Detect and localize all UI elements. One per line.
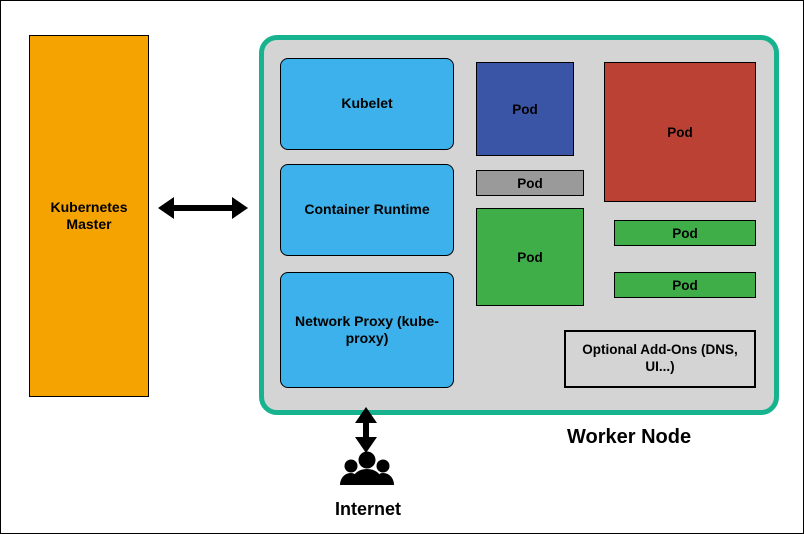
pod-green-2-label: Pod — [672, 226, 698, 241]
diagram-frame: Kubernetes Master Kubelet Container Runt… — [0, 0, 804, 534]
kubernetes-master-box: Kubernetes Master — [29, 35, 149, 397]
pod-red-label: Pod — [667, 125, 693, 140]
kubernetes-master-label: Kubernetes Master — [30, 199, 148, 234]
worker-node-label: Worker Node — [567, 426, 691, 449]
arrow-shaft-v — [363, 423, 369, 437]
pod-green-2: Pod — [614, 220, 756, 246]
arrow-shaft — [174, 205, 232, 211]
pod-green-3: Pod — [614, 272, 756, 298]
proxy-internet-arrow — [359, 407, 373, 453]
people-group-icon — [337, 449, 397, 498]
arrow-head-right-icon — [232, 197, 248, 219]
container-runtime-box: Container Runtime — [280, 164, 454, 256]
network-proxy-label: Network Proxy (kube-proxy) — [289, 313, 445, 348]
optional-addons-box: Optional Add-Ons (DNS, UI...) — [564, 330, 756, 388]
pod-green-1: Pod — [476, 208, 584, 306]
pod-gray: Pod — [476, 170, 584, 196]
kubelet-label: Kubelet — [341, 95, 392, 113]
pod-red: Pod — [604, 62, 756, 202]
kubelet-box: Kubelet — [280, 58, 454, 150]
pod-gray-label: Pod — [517, 176, 543, 191]
master-worker-arrow — [158, 201, 248, 215]
optional-addons-label: Optional Add-Ons (DNS, UI...) — [566, 342, 754, 376]
pod-green-1-label: Pod — [517, 250, 543, 265]
internet-label: Internet — [323, 499, 413, 520]
network-proxy-box: Network Proxy (kube-proxy) — [280, 272, 454, 388]
arrow-head-left-icon — [158, 197, 174, 219]
arrow-head-up-icon — [355, 407, 377, 423]
worker-node-box: Kubelet Container Runtime Network Proxy … — [259, 35, 779, 415]
pod-blue-label: Pod — [512, 102, 538, 117]
container-runtime-label: Container Runtime — [304, 201, 429, 219]
pod-blue: Pod — [476, 62, 574, 156]
pod-green-3-label: Pod — [672, 278, 698, 293]
